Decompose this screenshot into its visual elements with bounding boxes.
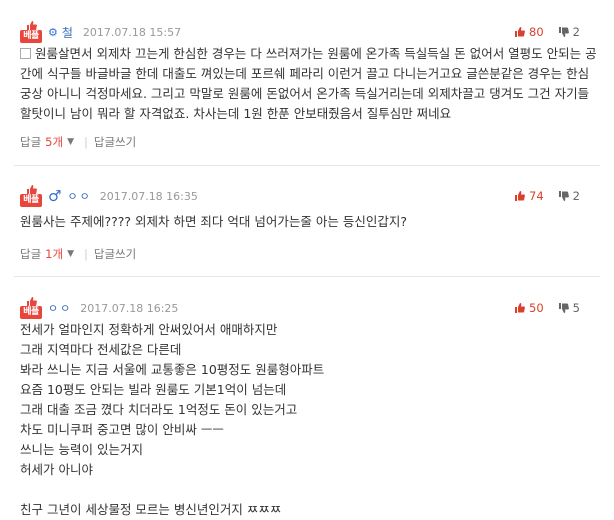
comment-author[interactable]: ㅇㅇ [48, 300, 72, 316]
comment-2-footer: 답글 1개 ▼ | 답글쓰기 [20, 246, 136, 262]
downvote-count: 5 [572, 301, 580, 315]
chevron-down-icon[interactable]: ▼ [67, 137, 74, 147]
write-reply-link[interactable]: 답글쓰기 [94, 246, 136, 262]
attachment-icon [20, 48, 31, 59]
profile-icon: ⚙ [48, 25, 58, 39]
thumbs-up-icon [515, 303, 525, 313]
reply-label[interactable]: 답글 [20, 246, 41, 262]
comment-3-header: 베플 ㅇㅇ 2017.07.18 16:25 [20, 296, 178, 320]
upvote-button[interactable]: 50 [514, 301, 544, 315]
best-label: 베플 [20, 194, 42, 207]
footer-separator: | [84, 135, 88, 149]
write-reply-link[interactable]: 답글쓰기 [94, 134, 136, 150]
comment-text: 원룸살면서 외제차 끄는게 한심한 경우는 다 쓰러져가는 원룸에 온가족 득실… [20, 46, 597, 121]
upvote-count: 50 [529, 301, 544, 315]
comment-2-votes: 74 2 [514, 184, 580, 208]
comment-body: 원룸사는 주제에???? 외제차 하면 죄다 억대 넘어가는줄 아는 등신인갑지… [20, 214, 407, 229]
comment-1-footer: 답글 5개 ▼ | 답글쓰기 [20, 134, 136, 150]
comment-3-votes: 50 5 [514, 296, 580, 320]
thumbs-down-icon [558, 191, 569, 201]
upvote-button[interactable]: 74 [514, 189, 544, 203]
comment-body: 원룸살면서 외제차 끄는게 한심한 경우는 다 쓰러져가는 원룸에 온가족 득실… [20, 44, 600, 124]
upvote-count: 80 [529, 25, 544, 39]
comment-date: 2017.07.18 16:25 [80, 301, 179, 315]
comment-date: 2017.07.18 15:57 [82, 25, 182, 39]
best-badge: 베플 [20, 21, 42, 43]
thumbs-up-icon [515, 27, 525, 37]
thumbs-down-icon [558, 27, 569, 37]
best-label: 베플 [20, 30, 42, 43]
reply-count[interactable]: 1개 [45, 246, 63, 262]
downvote-button[interactable]: 2 [558, 189, 580, 203]
divider [14, 165, 600, 166]
comment-author[interactable]: 철 [62, 24, 73, 41]
male-icon: ♂ [48, 187, 62, 205]
thumbs-up-icon [515, 191, 525, 201]
upvote-count: 74 [529, 189, 544, 203]
best-badge: 베플 [20, 297, 42, 319]
chevron-down-icon[interactable]: ▼ [67, 249, 74, 259]
comment-1-votes: 80 2 [514, 20, 580, 44]
comment-body: 전세가 얼마인지 정확하게 안써있어서 애매하지만 그래 지역마다 전세값은 다… [20, 322, 325, 517]
downvote-button[interactable]: 2 [558, 25, 580, 39]
comment-2-header: 베플 ♂ ㅇㅇ 2017.07.18 16:35 [20, 184, 198, 208]
downvote-count: 2 [572, 25, 580, 39]
upvote-button[interactable]: 80 [514, 25, 544, 39]
downvote-count: 2 [572, 189, 580, 203]
reply-label[interactable]: 답글 [20, 134, 41, 150]
divider [14, 276, 600, 277]
downvote-button[interactable]: 5 [558, 301, 580, 315]
reply-count[interactable]: 5개 [45, 134, 63, 150]
comment-author[interactable]: ㅇㅇ [67, 188, 91, 204]
comment-date: 2017.07.18 16:35 [99, 189, 198, 203]
footer-separator: | [84, 247, 88, 261]
comment-1-header: 베플 ⚙ 철 2017.07.18 15:57 [20, 20, 181, 44]
best-label: 베플 [20, 306, 42, 319]
thumbs-down-icon [558, 303, 569, 313]
best-badge: 베플 [20, 185, 42, 207]
